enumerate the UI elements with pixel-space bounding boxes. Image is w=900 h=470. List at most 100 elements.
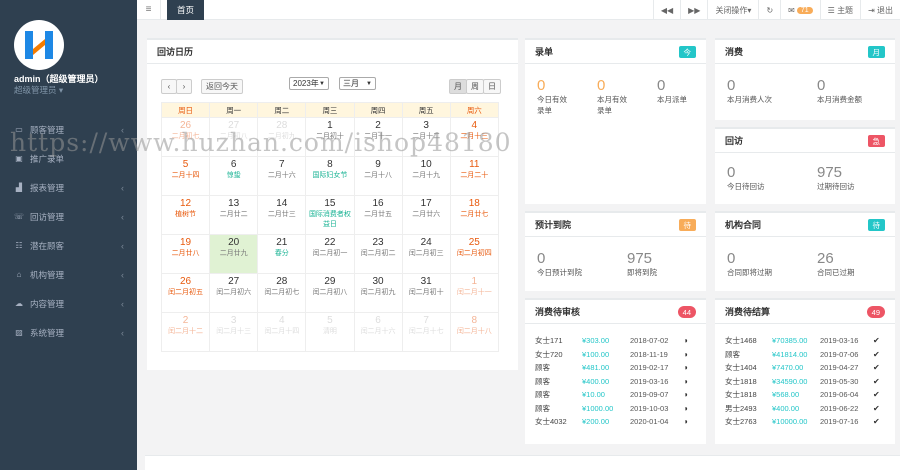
stat-expired-visit: 975 过期待回访 xyxy=(817,164,855,192)
nav-report[interactable]: ▟ 报表管理 ‹ xyxy=(0,173,137,202)
calendar-day[interactable]: 12 植树节 xyxy=(161,195,211,235)
calendar-day[interactable]: 15 国际消费者权益日 xyxy=(305,195,355,235)
check-circle-icon[interactable]: ✔ xyxy=(873,375,880,389)
half-circle-icon[interactable]: ◑ xyxy=(683,348,688,362)
check-circle-icon[interactable]: ✔ xyxy=(873,388,880,402)
user-role-dropdown[interactable]: 超级管理员 ▾ xyxy=(14,84,63,96)
tab-scroll-left-icon[interactable]: ◀◀ xyxy=(652,0,680,20)
calendar-day[interactable]: 3 闰二月十三 xyxy=(209,312,259,352)
logo-avatar[interactable] xyxy=(14,20,64,70)
calendar-day[interactable]: 7 闰二月十七 xyxy=(401,312,451,352)
calendar-day[interactable]: 2 闰二月十二 xyxy=(161,312,211,352)
half-circle-icon[interactable]: ◑ xyxy=(683,375,688,389)
list-item[interactable]: 女士1468 ¥70385.00 2019-03-16 ✔ xyxy=(715,334,895,348)
calendar-day[interactable]: 10 二月十九 xyxy=(401,156,451,196)
customer-name: 女士1404 xyxy=(725,363,757,372)
calendar-day[interactable]: 26 闰二月初五 xyxy=(161,273,211,313)
view-month-button[interactable]: 月 xyxy=(449,79,467,94)
day-number: 19 xyxy=(180,237,192,248)
half-circle-icon[interactable]: ◑ xyxy=(683,402,688,416)
date: 2019-07-16 xyxy=(820,417,859,426)
calendar-day[interactable]: 11 二月二十 xyxy=(449,156,499,196)
list-item[interactable]: 顾客 ¥481.00 2019-02-17 ◑ xyxy=(525,361,706,375)
sidebar: admin（超级管理员） 超级管理员 ▾ ▭ 顾客管理 ‹ ▣ 推广录单 ▟ 报表管理 ‹… xyxy=(0,0,137,470)
half-circle-icon[interactable]: ◑ xyxy=(683,334,688,348)
list-item[interactable]: 顾客 ¥400.00 2019-03-16 ◑ xyxy=(525,375,706,389)
nav-system[interactable]: ▨ 系统管理 ‹ xyxy=(0,318,137,347)
nav-potential[interactable]: ☷ 潜在顾客 ‹ xyxy=(0,231,137,260)
amount: ¥100.00 xyxy=(582,349,610,359)
logout-button[interactable]: ⇥ 退出 xyxy=(860,0,900,20)
list-item[interactable]: 顾客 ¥10.00 2019-09-07 ◑ xyxy=(525,388,706,402)
check-circle-icon[interactable]: ✔ xyxy=(873,348,880,362)
list-item[interactable]: 女士1404 ¥7470.00 2019-04-27 ✔ xyxy=(715,361,895,375)
half-circle-icon[interactable]: ◑ xyxy=(683,415,688,429)
calendar-day[interactable]: 28 闰二月初七 xyxy=(257,273,307,313)
calendar-day[interactable]: 5 二月十四 xyxy=(161,156,211,196)
list-item[interactable]: 顾客 ¥41814.00 2019-07-06 ✔ xyxy=(715,348,895,362)
view-day-button[interactable]: 日 xyxy=(483,79,501,94)
messages-button[interactable]: ✉ 71 xyxy=(780,0,820,20)
nav-org[interactable]: ⌂ 机构管理 ‹ xyxy=(0,260,137,289)
half-circle-icon[interactable]: ◑ xyxy=(683,388,688,402)
calendar-day[interactable]: 14 二月廿三 xyxy=(257,195,307,235)
calendar-day[interactable]: 5 清明 xyxy=(305,312,355,352)
check-circle-icon[interactable]: ✔ xyxy=(873,402,880,416)
calendar-day[interactable]: 20 二月廿九 xyxy=(209,234,259,274)
calendar-day[interactable]: 24 闰二月初三 xyxy=(401,234,451,274)
half-circle-icon[interactable]: ◑ xyxy=(683,361,688,375)
calendar-day[interactable]: 23 闰二月初二 xyxy=(353,234,403,274)
list-item[interactable]: 女士4032 ¥200.00 2020-01-04 ◑ xyxy=(525,415,706,429)
calendar-day[interactable]: 6 惊蛰 xyxy=(209,156,259,196)
refresh-icon[interactable]: ↻ xyxy=(758,0,780,20)
calendar-day[interactable]: 1 闰二月十一 xyxy=(449,273,499,313)
check-circle-icon[interactable]: ✔ xyxy=(873,334,880,348)
menu-toggle-icon[interactable]: ≡ xyxy=(137,0,161,20)
lunar-label: 国际消费者权益日 xyxy=(308,211,351,228)
list-item[interactable]: 女士171 ¥303.00 2018-07-02 ◑ xyxy=(525,334,706,348)
list-item[interactable]: 顾客 ¥1000.00 2019-10-03 ◑ xyxy=(525,402,706,416)
month-select[interactable]: 三月 ▼ xyxy=(339,77,376,90)
day-number: 27 xyxy=(228,276,240,287)
date: 2019-04-27 xyxy=(820,363,859,372)
calendar-day[interactable]: 13 二月廿二 xyxy=(209,195,259,235)
calendar-day[interactable]: 27 闰二月初六 xyxy=(209,273,259,313)
calendar-day[interactable]: 18 二月廿七 xyxy=(449,195,499,235)
calendar-day[interactable]: 21 春分 xyxy=(257,234,307,274)
calendar-day[interactable]: 30 闰二月初九 xyxy=(353,273,403,313)
lunar-label: 闰二月初十 xyxy=(408,289,444,296)
amount: ¥400.00 xyxy=(582,376,610,386)
calendar-day[interactable]: 31 闰二月初十 xyxy=(401,273,451,313)
calendar-day[interactable]: 6 闰二月十六 xyxy=(353,312,403,352)
nav-content[interactable]: ☁ 内容管理 ‹ xyxy=(0,289,137,318)
theme-button[interactable]: ☰ 主题 xyxy=(819,0,860,20)
check-circle-icon[interactable]: ✔ xyxy=(873,415,880,429)
year-select[interactable]: 2023年 ▼ xyxy=(289,77,329,90)
calendar-day[interactable]: 16 二月廿五 xyxy=(353,195,403,235)
calendar-day[interactable]: 7 二月十六 xyxy=(257,156,307,196)
lunar-label: 闰二月十一 xyxy=(456,289,492,296)
calendar-day[interactable]: 17 二月廿六 xyxy=(401,195,451,235)
calendar-day[interactable]: 29 闰二月初八 xyxy=(305,273,355,313)
nav-visit[interactable]: ☏ 回访管理 ‹ xyxy=(0,202,137,231)
tab-scroll-right-icon[interactable]: ▶▶ xyxy=(680,0,707,20)
list-item[interactable]: 女士2763 ¥10000.00 2019-07-16 ✔ xyxy=(715,415,895,429)
check-circle-icon[interactable]: ✔ xyxy=(873,361,880,375)
list-item[interactable]: 女士720 ¥100.00 2018-11-19 ◑ xyxy=(525,348,706,362)
calendar-day[interactable]: 9 二月十八 xyxy=(353,156,403,196)
tab-home[interactable]: 首页 xyxy=(167,0,205,20)
list-item[interactable]: 女士1818 ¥568.00 2019-06-04 ✔ xyxy=(715,388,895,402)
calendar-day[interactable]: 4 闰二月十四 xyxy=(257,312,307,352)
calendar-day[interactable]: 8 国际妇女节 xyxy=(305,156,355,196)
list-item[interactable]: 女士1818 ¥34590.00 2019-05-30 ✔ xyxy=(715,375,895,389)
next-month-button[interactable]: › xyxy=(176,79,192,94)
list-item[interactable]: 男士2493 ¥400.00 2019-06-22 ✔ xyxy=(715,402,895,416)
calendar-day[interactable]: 19 二月廿八 xyxy=(161,234,211,274)
close-ops-button[interactable]: 关闭操作▾ xyxy=(707,0,758,20)
today-button[interactable]: 返回今天 xyxy=(201,79,243,94)
calendar-day[interactable]: 25 闰二月初四 xyxy=(449,234,499,274)
view-week-button[interactable]: 周 xyxy=(466,79,484,94)
calendar-day[interactable]: 8 闰二月十八 xyxy=(449,312,499,352)
calendar-day[interactable]: 22 闰二月初一 xyxy=(305,234,355,274)
prev-month-button[interactable]: ‹ xyxy=(161,79,177,94)
